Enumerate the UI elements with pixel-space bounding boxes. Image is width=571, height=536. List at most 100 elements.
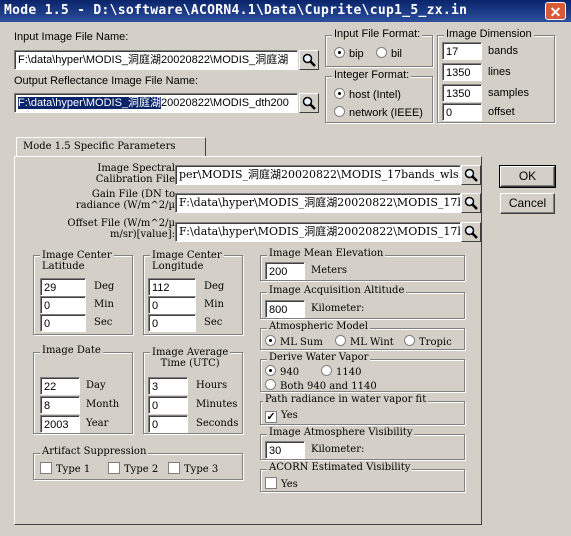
estimated-visibility-group: ACORN Estimated Visibility Yes	[260, 462, 465, 492]
output-image-browse-button[interactable]	[299, 93, 319, 113]
path-radiance-checkbox[interactable]: ✓ Yes	[265, 410, 298, 423]
hours-field[interactable]: 3	[148, 377, 188, 395]
seconds-field[interactable]: 0	[148, 415, 188, 433]
type3-checkbox[interactable]: Type 3	[168, 462, 218, 475]
longitude-deg-label: Deg	[204, 281, 225, 292]
seconds-label: Seconds	[196, 418, 239, 429]
latitude-title: Image Center Latitude	[40, 250, 114, 272]
year-field[interactable]: 2003	[40, 415, 80, 433]
input-image-browse-button[interactable]	[299, 50, 319, 70]
input-image-field[interactable]: F:\data\hyper\MODIS_洞庭湖20020822\MODIS_洞庭…	[14, 50, 298, 70]
offset-field[interactable]: 0	[442, 103, 482, 121]
type2-checkbox[interactable]: Type 2	[108, 462, 158, 475]
hours-label: Hours	[196, 380, 228, 391]
ml-wint-radio[interactable]: ML Wint	[335, 335, 394, 348]
estimated-visibility-checkbox[interactable]: Yes	[265, 477, 298, 490]
ml-sum-radio[interactable]: ML Sum	[265, 335, 323, 348]
samples-label: samples	[488, 87, 529, 99]
type1-checkbox[interactable]: Type 1	[40, 462, 90, 475]
spectral-calibration-field[interactable]: per\MODIS_洞庭湖20020822\MODIS_17bands_wls.…	[175, 165, 461, 185]
month-field[interactable]: 8	[40, 396, 80, 414]
day-label: Day	[86, 380, 106, 391]
longitude-sec-label: Sec	[204, 317, 223, 328]
visibility-unit: Kilometer:	[311, 444, 365, 455]
bil-radio[interactable]: bil	[376, 47, 402, 60]
longitude-sec-field[interactable]: 0	[148, 314, 196, 332]
offset-browse-button[interactable]	[461, 222, 481, 242]
day-field[interactable]: 22	[40, 377, 80, 395]
image-date-title: Image Date	[40, 345, 103, 356]
minutes-field[interactable]: 0	[148, 396, 188, 414]
gain-file-field[interactable]: F:\data\hyper\MODIS_洞庭湖20020822\MODIS_17…	[175, 193, 461, 213]
latitude-sec-label: Sec	[94, 317, 113, 328]
close-button[interactable]: ✕	[545, 2, 566, 20]
latitude-sec-field[interactable]: 0	[40, 314, 86, 332]
minutes-label: Minutes	[196, 399, 238, 410]
output-image-field[interactable]: F:\data\hyper\MODIS_洞庭湖20020822\MODIS_dt…	[14, 93, 298, 113]
file-format-group: Input File Format: bip bil	[325, 28, 433, 67]
offset-file-label: Offset File (W/m^2/µ m/sr)[value]:	[67, 218, 175, 240]
samples-field[interactable]: 1350	[442, 84, 482, 102]
spectral-calibration-label: Image Spectral Calibration File	[95, 163, 175, 185]
altitude-unit: Kilometer:	[311, 303, 365, 314]
vapor-1140-radio[interactable]: 1140	[321, 365, 361, 378]
offset-label: offset	[488, 106, 515, 118]
search-icon	[464, 225, 478, 239]
longitude-min-label: Min	[204, 299, 224, 310]
bip-radio[interactable]: bip	[334, 47, 364, 60]
longitude-group: Image Center Longitude 112 Deg 0 Min 0 Se…	[143, 250, 243, 335]
image-time-group: Image Average Time (UTC) 3 Hours 0 Minute…	[143, 347, 243, 434]
altitude-group: Image Acquisition Altitude 800 Kilometer…	[260, 285, 465, 319]
atmospheric-model-group: Atmospheric Model ML Sum ML Wint Tropic	[260, 321, 465, 350]
image-dimension-title: Image Dimension	[444, 28, 534, 40]
water-vapor-title: Derive Water Vapor	[267, 352, 371, 363]
longitude-deg-field[interactable]: 112	[148, 278, 196, 296]
ok-button[interactable]: OK	[499, 165, 556, 188]
elevation-group: Image Mean Elevation 200 Meters	[260, 248, 465, 281]
offset-file-field[interactable]: F:\data\hyper\MODIS_洞庭湖20020822\MODIS_17…	[175, 222, 461, 242]
water-vapor-group: Derive Water Vapor 940 1140 Both 940 and…	[260, 352, 465, 392]
atmospheric-model-title: Atmospheric Model	[267, 321, 370, 332]
bands-field[interactable]: 17	[442, 42, 482, 60]
vapor-both-radio[interactable]: Both 940 and 1140	[265, 379, 377, 392]
visibility-title: Image Atmosphere Visibility	[267, 427, 415, 438]
network-ieee-radio[interactable]: network (IEEE)	[334, 106, 423, 119]
bands-label: bands	[488, 45, 518, 57]
image-time-title: Image Average Time (UTC)	[150, 347, 231, 369]
host-intel-radio[interactable]: host (Intel)	[334, 88, 401, 101]
lines-field[interactable]: 1350	[442, 63, 482, 81]
image-date-group: Image Date 22 Day 8 Month 2003 Year	[33, 345, 133, 434]
tropic-radio[interactable]: Tropic	[404, 335, 452, 348]
search-icon	[464, 168, 478, 182]
output-image-rest-text: 20020822\MODIS_dth200	[161, 97, 289, 109]
integer-format-group: Integer Format: host (Intel) network (IE…	[325, 69, 433, 123]
elevation-field[interactable]: 200	[265, 262, 305, 280]
window-title: Mode 1.5 - D:\software\ACORN4.1\Data\Cup…	[4, 3, 468, 18]
spectral-browse-button[interactable]	[461, 165, 481, 185]
visibility-field[interactable]: 30	[265, 441, 305, 459]
cancel-button[interactable]: Cancel	[500, 193, 555, 214]
estimated-visibility-title: ACORN Estimated Visibility	[267, 462, 413, 473]
latitude-min-label: Min	[94, 299, 114, 310]
latitude-group: Image Center Latitude 29 Deg 0 Min 0 Sec	[33, 250, 133, 335]
search-icon	[302, 53, 316, 67]
search-icon	[302, 96, 316, 110]
elevation-title: Image Mean Elevation	[267, 248, 386, 259]
latitude-min-field[interactable]: 0	[40, 296, 86, 314]
latitude-deg-field[interactable]: 29	[40, 278, 86, 296]
file-format-title: Input File Format:	[332, 28, 423, 40]
visibility-group: Image Atmosphere Visibility 30 Kilometer…	[260, 427, 465, 460]
elevation-unit: Meters	[311, 265, 348, 276]
month-label: Month	[86, 399, 120, 410]
gain-file-label: Gain File (DN to radiance (W/m^2/µ	[75, 189, 175, 211]
output-image-selected-text: F:\data\hyper\MODIS_洞庭湖	[18, 97, 162, 109]
artifact-suppression-group: Artifact Suppression Type 1 Type 2 Type …	[33, 446, 243, 480]
path-radiance-group: Path radiance in water vapor fit ✓ Yes	[260, 394, 465, 425]
longitude-min-field[interactable]: 0	[148, 296, 196, 314]
gain-browse-button[interactable]	[461, 193, 481, 213]
altitude-field[interactable]: 800	[265, 300, 305, 318]
vapor-940-radio[interactable]: 940	[265, 365, 299, 378]
output-image-label: Output Reflectance Image File Name:	[14, 75, 199, 87]
tab-mode-specific-parameters[interactable]: Mode 1.5 Specific Parameters	[16, 137, 206, 157]
title-bar: Mode 1.5 - D:\software\ACORN4.1\Data\Cup…	[0, 0, 571, 22]
